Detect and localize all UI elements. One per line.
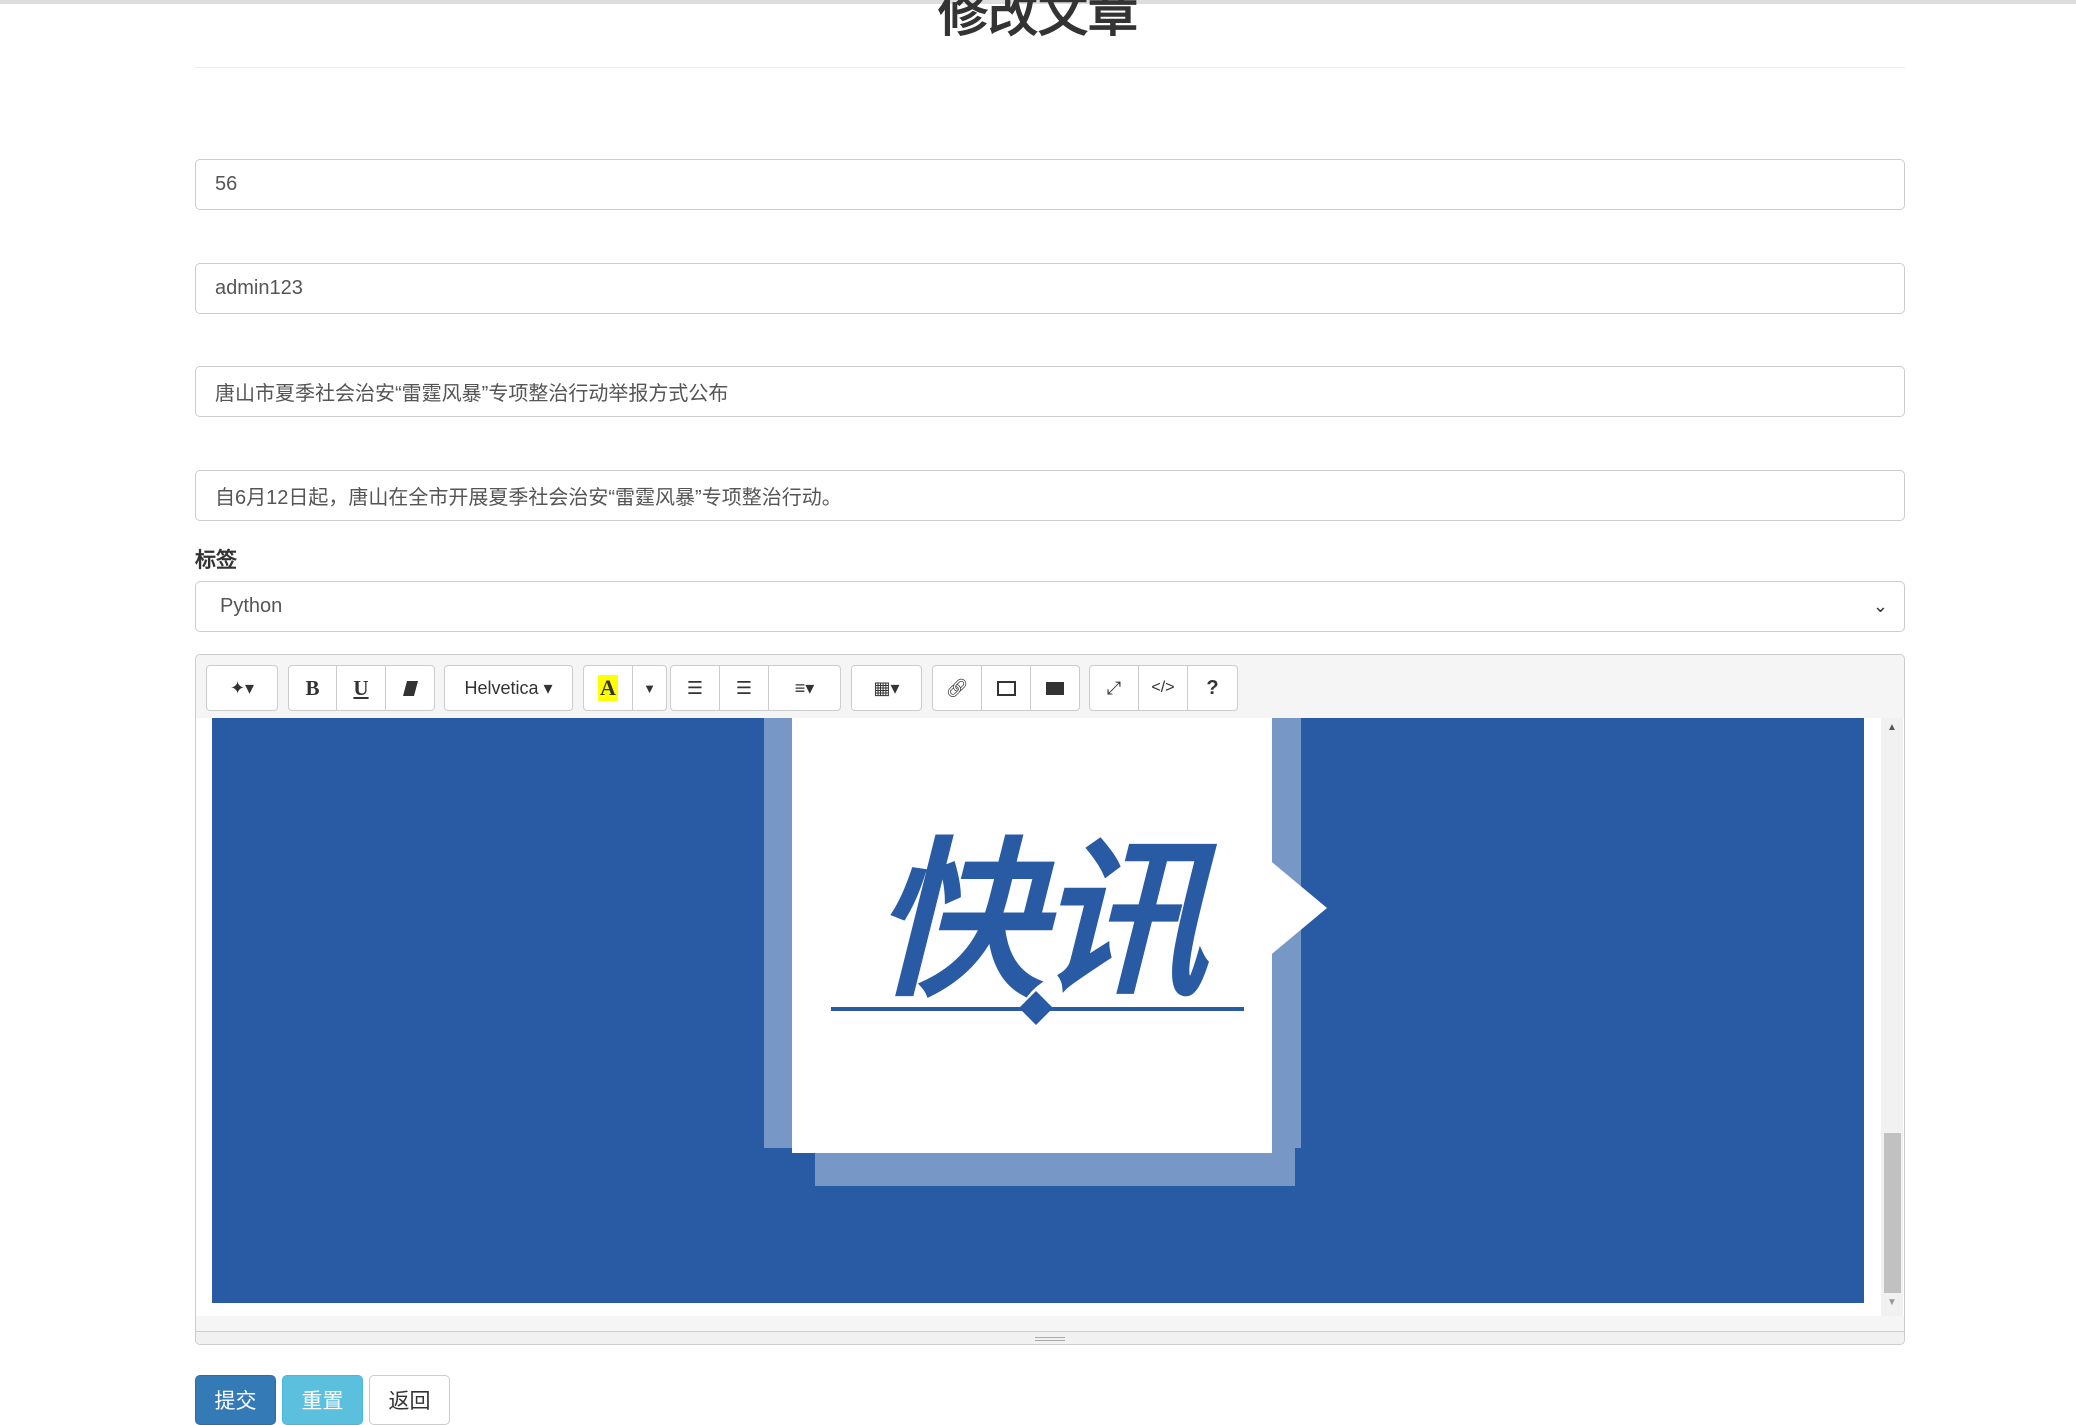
divider	[195, 67, 1905, 68]
back-button[interactable]: 返回	[369, 1375, 450, 1425]
highlight-color-button[interactable]: A	[583, 665, 633, 711]
summary-input[interactable]	[195, 470, 1905, 521]
video-button[interactable]	[1030, 665, 1080, 711]
align-icon: ≡▾	[794, 677, 815, 698]
bullet-list-button[interactable]: ☰	[670, 665, 720, 711]
rich-text-editor: ✦▾ B U Helvetica ▾ A ▼ ☰ ☰ ≡▾ ▦▾ 🔗︎ ⤢ </…	[195, 654, 1905, 1345]
picture-button[interactable]	[981, 665, 1031, 711]
fullscreen-button[interactable]: ⤢	[1089, 665, 1139, 711]
author-input[interactable]	[195, 263, 1905, 314]
caret-down-icon: ▼	[643, 680, 656, 696]
editor-content[interactable]: 快讯 ▲ ▼	[196, 718, 1904, 1316]
video-icon	[1046, 681, 1064, 695]
highlight-icon: A	[598, 675, 618, 701]
scroll-up-arrow[interactable]: ▲	[1881, 722, 1903, 733]
news-flash-image: 快讯	[212, 718, 1864, 1303]
style-button[interactable]: ✦▾	[206, 665, 278, 711]
table-icon: ▦▾	[873, 677, 900, 698]
scroll-down-arrow[interactable]: ▼	[1881, 1297, 1903, 1308]
magic-wand-icon: ✦▾	[229, 677, 255, 698]
id-input[interactable]	[195, 159, 1905, 210]
chevron-down-icon: ⌄	[1872, 596, 1888, 616]
editor-resize-handle[interactable]	[196, 1331, 1904, 1344]
paragraph-align-dropdown[interactable]: ≡▾	[768, 665, 841, 711]
scrollbar-thumb[interactable]	[1884, 1133, 1901, 1293]
tag-select[interactable]: Python ⌄	[195, 581, 1905, 632]
ordered-list-button[interactable]: ☰	[719, 665, 769, 711]
bold-button[interactable]: B	[288, 665, 337, 711]
underline-button[interactable]: U	[336, 665, 386, 711]
submit-button[interactable]: 提交	[195, 1375, 276, 1425]
font-name: Helvetica	[464, 677, 539, 698]
picture-icon	[996, 680, 1016, 696]
clear-format-button[interactable]	[385, 665, 435, 711]
eraser-icon	[402, 680, 418, 696]
reset-button[interactable]: 重置	[282, 1375, 363, 1425]
color-dropdown-button[interactable]: ▼	[632, 665, 667, 711]
unordered-list-icon: ☰	[686, 677, 704, 698]
title-input[interactable]	[195, 366, 1905, 417]
editor-scrollbar[interactable]: ▲ ▼	[1881, 718, 1903, 1316]
code-view-button[interactable]: </>	[1138, 665, 1188, 711]
tag-label: 标签	[195, 549, 237, 572]
help-button[interactable]: ?	[1187, 665, 1238, 711]
link-icon: 🔗︎	[945, 677, 969, 698]
font-family-dropdown[interactable]: Helvetica ▾	[444, 665, 573, 711]
ordered-list-icon: ☰	[735, 677, 753, 698]
table-button[interactable]: ▦▾	[851, 665, 922, 711]
fullscreen-icon: ⤢	[1106, 677, 1122, 698]
link-button[interactable]: 🔗︎	[932, 665, 982, 711]
tag-selected: Python	[220, 595, 283, 617]
page-title: 修改文章	[938, 0, 1138, 43]
